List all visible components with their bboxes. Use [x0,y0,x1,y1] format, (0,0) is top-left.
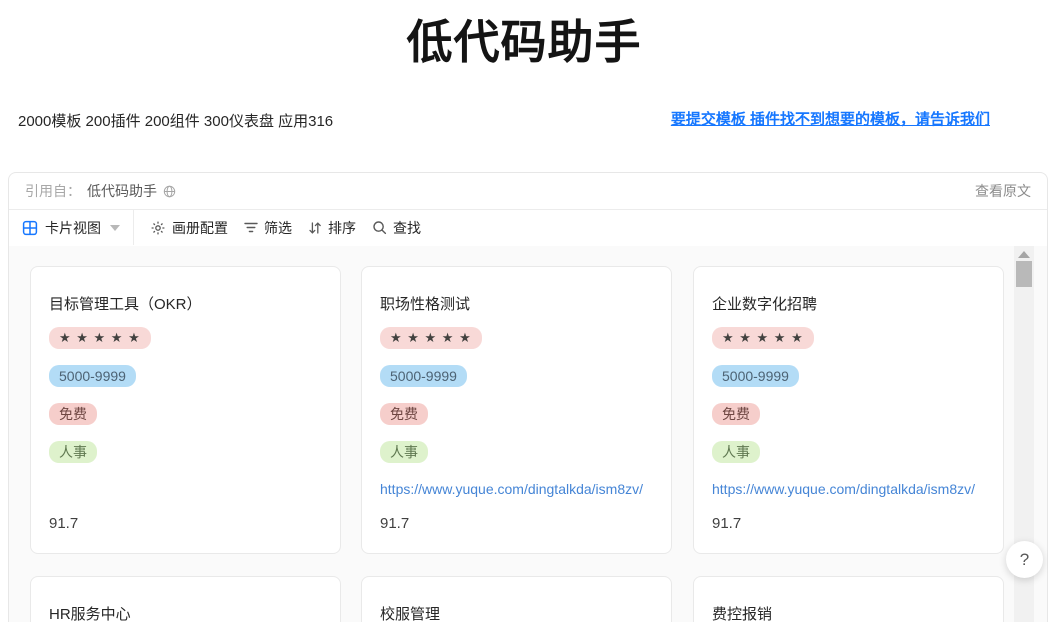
search-icon [372,220,387,235]
category-badge: 人事 [380,441,428,463]
search-label: 查找 [393,219,421,236]
toolbar: 卡片视图 画册配置 筛选 排序 查找 [9,209,1047,245]
question-mark-icon: ? [1019,549,1030,569]
album-config-button[interactable]: 画册配置 [150,218,228,238]
page: 低代码助手 2000模板 200插件 200组件 300仪表盘 应用316 要提… [0,0,1048,622]
template-card[interactable]: 企业数字化招聘 ★ ★ ★ ★ ★ 5000-9999 免费 人事 https:… [693,266,1004,554]
card-title: 职场性格测试 [380,296,471,313]
filter-button[interactable]: 筛选 [244,218,292,238]
category-badge: 人事 [712,441,760,463]
sort-label: 排序 [328,219,356,236]
card-score: 91.7 [380,515,410,532]
chevron-down-icon [110,224,120,231]
view-original-link[interactable]: 查看原文 [975,181,1031,201]
card-view-icon [22,220,38,236]
submit-template-link[interactable]: 要提交模板 插件找不到想要的模板，请告诉我们 [671,108,990,129]
template-card[interactable]: 职场性格测试 ★ ★ ★ ★ ★ 5000-9999 免费 人事 https:/… [361,266,672,554]
view-switcher-label: 卡片视图 [45,219,101,236]
card-title: HR服务中心 [49,606,131,622]
card-title: 目标管理工具（OKR） [49,296,202,313]
card-title: 校服管理 [380,606,441,622]
gear-icon [150,220,166,236]
template-card[interactable]: HR服务中心 [30,576,341,622]
template-card[interactable]: 校服管理 [361,576,672,622]
card-title: 企业数字化招聘 [712,296,818,313]
scroll-up-arrow-icon[interactable] [1018,251,1030,258]
scrollbar-thumb[interactable] [1016,261,1032,287]
card-gallery: 目标管理工具（OKR） ★ ★ ★ ★ ★ 5000-9999 免费 人事 91… [9,246,1047,622]
card-url-link [49,480,322,498]
view-switcher-button[interactable]: 卡片视图 [9,210,134,245]
users-range-badge: 5000-9999 [380,365,467,387]
rating-badge: ★ ★ ★ ★ ★ [49,327,151,349]
stats-text: 2000模板 200插件 200组件 300仪表盘 应用316 [18,113,334,130]
price-badge: 免费 [712,403,760,425]
globe-icon [163,185,176,198]
embed-container: 引用自： 低代码助手 查看原文 卡片视图 画册配置 筛选 排序 查找 目标管理工… [8,172,1048,622]
embed-header: 引用自： 低代码助手 查看原文 [9,173,1047,209]
card-url-link[interactable]: https://www.yuque.com/dingtalkda/ism8zv/ [712,480,985,498]
card-title: 费控报销 [712,606,773,622]
source-name-label: 低代码助手 [87,183,157,199]
rating-badge: ★ ★ ★ ★ ★ [380,327,482,349]
users-range-badge: 5000-9999 [49,365,136,387]
search-button[interactable]: 查找 [372,218,421,238]
album-config-label: 画册配置 [172,219,228,236]
users-range-badge: 5000-9999 [712,365,799,387]
card-score: 91.7 [49,515,79,532]
filter-label: 筛选 [264,219,292,236]
sort-button[interactable]: 排序 [308,218,356,238]
card-score: 91.7 [712,515,742,532]
rating-badge: ★ ★ ★ ★ ★ [712,327,814,349]
page-title: 低代码助手 [406,16,642,68]
help-button[interactable]: ? [1006,541,1043,578]
card-url-link[interactable]: https://www.yuque.com/dingtalkda/ism8zv/ [380,480,653,498]
source-prefix-label: 引用自： [25,183,81,199]
template-card[interactable]: 费控报销 [693,576,1004,622]
price-badge: 免费 [49,403,97,425]
template-card[interactable]: 目标管理工具（OKR） ★ ★ ★ ★ ★ 5000-9999 免费 人事 91… [30,266,341,554]
filter-icon [244,221,258,234]
category-badge: 人事 [49,441,97,463]
sort-icon [308,221,322,235]
price-badge: 免费 [380,403,428,425]
